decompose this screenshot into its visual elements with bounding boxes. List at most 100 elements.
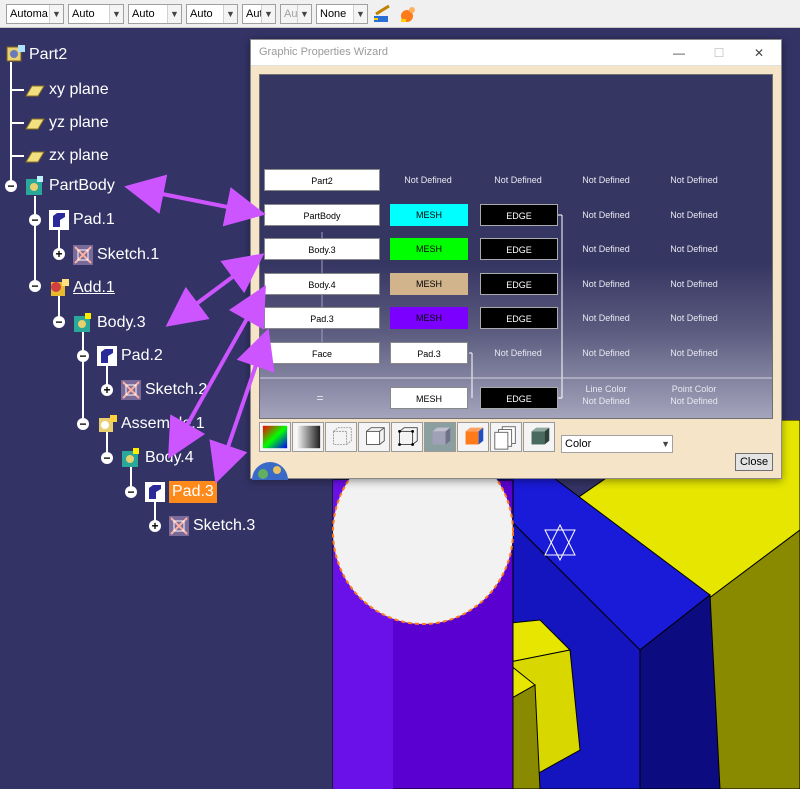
row-body4-mesh[interactable]: MESH bbox=[390, 273, 468, 295]
color-wheel-icon[interactable] bbox=[259, 422, 291, 452]
tree-connector bbox=[10, 62, 12, 186]
row-body3-col5: Not Defined bbox=[670, 244, 718, 254]
tree-node-add1[interactable]: Add.1 bbox=[48, 275, 115, 301]
row-body3-edge[interactable]: EDGE bbox=[480, 238, 558, 260]
add-icon bbox=[51, 279, 69, 296]
tree-connector bbox=[10, 122, 24, 124]
graphic-properties-dialog: Graphic Properties Wizard — ☐ ✕ Part2 No… bbox=[250, 39, 782, 480]
row-partbody-edge[interactable]: EDGE bbox=[480, 204, 558, 226]
close-icon[interactable]: ✕ bbox=[749, 44, 769, 62]
line-thickness-select[interactable]: Auto ▼ bbox=[68, 4, 124, 24]
tree-node-sketch2[interactable]: Sketch.2 bbox=[120, 377, 207, 403]
linetype-select[interactable]: Auto ▼ bbox=[128, 4, 182, 24]
point-color-title: Point Color bbox=[671, 384, 717, 394]
collapse-icon[interactable]: − bbox=[77, 350, 89, 362]
tree-node-pad2[interactable]: Pad.2 bbox=[96, 343, 163, 369]
row-partbody-name[interactable]: PartBody bbox=[264, 204, 380, 226]
expand-icon[interactable]: + bbox=[149, 520, 161, 532]
row-pad3-name[interactable]: Pad.3 bbox=[264, 307, 380, 329]
tree-node-body4[interactable]: Body.4 bbox=[120, 445, 194, 471]
line-color-label: Line Color Not Defined bbox=[566, 383, 646, 407]
tree-node-yz-plane[interactable]: yz plane bbox=[24, 110, 109, 136]
collapse-icon[interactable]: − bbox=[5, 180, 17, 192]
row-pad3-edge[interactable]: EDGE bbox=[480, 307, 558, 329]
row-body3-mesh[interactable]: MESH bbox=[390, 238, 468, 260]
line-type-select[interactable]: Automa ▼ bbox=[6, 4, 64, 24]
row-face-name[interactable]: Face bbox=[264, 342, 380, 364]
pad-icon bbox=[145, 482, 165, 502]
shading-icon[interactable] bbox=[292, 422, 324, 452]
chevron-down-icon: ▼ bbox=[353, 5, 367, 23]
tree-node-zx-plane[interactable]: zx plane bbox=[24, 143, 109, 169]
wireframe-cube-icon[interactable] bbox=[325, 422, 357, 452]
collapse-icon[interactable]: − bbox=[77, 418, 89, 430]
tree-node-sketch1[interactable]: Sketch.1 bbox=[72, 242, 159, 268]
color-mode-select[interactable]: Color ▼ bbox=[561, 435, 673, 453]
sketch-icon bbox=[169, 516, 189, 536]
tree-node-label: Sketch.1 bbox=[97, 246, 160, 263]
tree-node-sketch3[interactable]: Sketch.3 bbox=[168, 513, 255, 539]
layers-icon[interactable] bbox=[490, 422, 522, 452]
body-icon bbox=[26, 176, 43, 195]
tree-node-part2[interactable]: Part2 bbox=[4, 42, 67, 68]
footer-edge[interactable]: EDGE bbox=[480, 387, 558, 409]
row-body4-name[interactable]: Body.4 bbox=[264, 273, 380, 295]
expand-icon[interactable]: + bbox=[53, 248, 65, 260]
point-color-value: Not Defined bbox=[670, 396, 718, 406]
layer-select[interactable]: Aut ▼ bbox=[280, 4, 312, 24]
dialog-titlebar[interactable]: Graphic Properties Wizard — ☐ ✕ bbox=[251, 40, 781, 66]
row-body3-name[interactable]: Body.3 bbox=[264, 238, 380, 260]
collapse-icon[interactable]: − bbox=[101, 452, 113, 464]
tree-node-label: Pad.3 bbox=[169, 481, 217, 503]
rendering-select[interactable]: Aut ▼ bbox=[242, 4, 276, 24]
select-value: Automa bbox=[10, 8, 48, 20]
row-part2-name[interactable]: Part2 bbox=[264, 169, 380, 191]
maximize-icon[interactable]: ☐ bbox=[709, 44, 729, 62]
tree-node-label: xy plane bbox=[49, 81, 109, 98]
row-pad3-mesh[interactable]: MESH bbox=[390, 307, 468, 329]
tree-node-partbody[interactable]: PartBody bbox=[24, 173, 115, 199]
chevron-down-icon: ▼ bbox=[49, 5, 63, 23]
part-icon bbox=[6, 45, 25, 62]
properties-panel: Part2 Not Defined Not Defined Not Define… bbox=[259, 74, 773, 419]
tree-node-pad1[interactable]: Pad.1 bbox=[48, 207, 115, 233]
collapse-icon[interactable]: − bbox=[29, 214, 41, 226]
footer-mesh[interactable]: MESH bbox=[390, 387, 468, 409]
outline-cube-icon[interactable] bbox=[358, 422, 390, 452]
tree-node-label: PartBody bbox=[49, 177, 115, 194]
material-cube-icon[interactable] bbox=[523, 422, 555, 452]
collapse-icon[interactable]: − bbox=[29, 280, 41, 292]
tree-node-assemble1[interactable]: Assemble.1 bbox=[96, 411, 205, 437]
close-button[interactable]: Close bbox=[735, 453, 773, 471]
equals-sign: = bbox=[316, 391, 324, 405]
chevron-down-icon: ▼ bbox=[261, 5, 275, 23]
tree-node-pad3[interactable]: Pad.3 bbox=[144, 479, 217, 505]
minimize-icon[interactable]: — bbox=[669, 44, 689, 62]
tree-node-label: Sketch.3 bbox=[193, 517, 256, 534]
row-body4-edge[interactable]: EDGE bbox=[480, 273, 558, 295]
tree-node-label: Add.1 bbox=[73, 279, 115, 296]
tree-connector bbox=[82, 330, 84, 424]
collapse-icon[interactable]: − bbox=[125, 486, 137, 498]
row-partbody-col5: Not Defined bbox=[670, 210, 718, 220]
row-pad3-col4: Not Defined bbox=[582, 313, 630, 323]
tree-connector bbox=[10, 155, 24, 157]
painter-icon[interactable] bbox=[398, 4, 418, 24]
chevron-down-icon: ▼ bbox=[223, 5, 237, 23]
collapse-icon[interactable]: − bbox=[53, 316, 65, 328]
row-partbody-mesh[interactable]: MESH bbox=[390, 204, 468, 226]
tree-node-xy-plane[interactable]: xy plane bbox=[24, 77, 109, 103]
plane-icon bbox=[25, 85, 45, 97]
paintbrush-icon[interactable] bbox=[372, 4, 392, 24]
row-part2-mesh: Not Defined bbox=[404, 175, 452, 185]
orange-cube-icon[interactable] bbox=[457, 422, 489, 452]
plane-icon bbox=[25, 151, 45, 163]
row-face-mesh[interactable]: Pad.3 bbox=[390, 342, 468, 364]
point-symbol-select[interactable]: Auto ▼ bbox=[186, 4, 238, 24]
expand-icon[interactable]: + bbox=[101, 384, 113, 396]
layer-name-select[interactable]: None ▼ bbox=[316, 4, 368, 24]
tree-node-label: Assemble.1 bbox=[121, 415, 205, 432]
tree-node-body3[interactable]: Body.3 bbox=[72, 310, 146, 336]
points-cube-icon[interactable] bbox=[391, 422, 423, 452]
shaded-cube-icon[interactable] bbox=[424, 422, 456, 452]
